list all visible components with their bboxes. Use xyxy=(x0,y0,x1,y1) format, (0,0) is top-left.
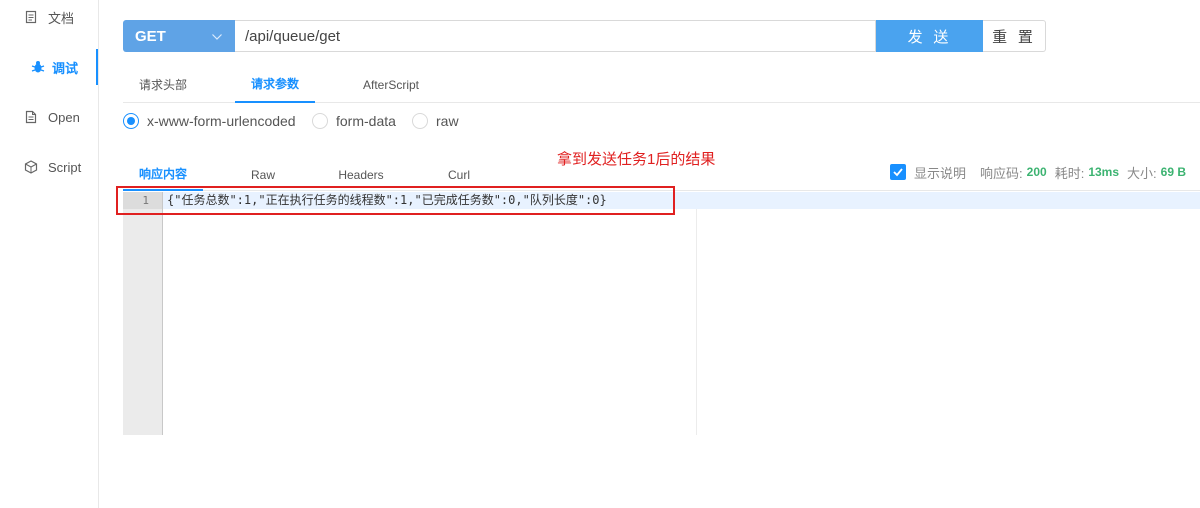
request-tabs: 请求头部 请求参数 AfterScript xyxy=(123,66,1200,103)
status-label: 响应码: xyxy=(980,165,1023,181)
radio-dot xyxy=(123,113,139,129)
tab-afterscript[interactable]: AfterScript xyxy=(351,66,431,103)
sidebar-item-label: 调试 xyxy=(52,60,79,76)
radio-dot xyxy=(412,113,428,129)
time-value: 13ms xyxy=(1088,165,1120,179)
sidebar-item-label: Script xyxy=(48,159,82,175)
method-label: GET xyxy=(135,27,166,45)
radio-dot xyxy=(312,113,328,129)
show-description-checkbox[interactable] xyxy=(890,164,907,180)
response-editor[interactable]: 1 {"任务总数":1,"正在执行任务的线程数":1,"已完成任务数":0,"队… xyxy=(123,192,1200,435)
response-code-line: {"任务总数":1,"正在执行任务的线程数":1,"已完成任务数":0,"队列长… xyxy=(167,193,607,207)
tab-raw[interactable]: Raw xyxy=(223,158,303,191)
editor-gutter: 1 xyxy=(123,192,163,435)
line-number: 1 xyxy=(123,192,162,209)
method-select[interactable]: GET xyxy=(123,20,235,52)
app-root: 文档 调试 Open Script GET /api/queue/get 发 送… xyxy=(0,0,1200,508)
send-button[interactable]: 发 送 xyxy=(876,20,983,52)
sidebar-item-debug[interactable]: 调试 xyxy=(0,49,98,85)
size-label: 大小: xyxy=(1127,165,1157,181)
response-meta: 显示说明 响应码: 200 耗时: 13ms 大小: 69 B xyxy=(890,158,1186,186)
reset-button[interactable]: 重 置 xyxy=(983,20,1046,52)
bug-icon xyxy=(31,60,45,74)
sidebar-item-script[interactable]: Script xyxy=(0,149,98,185)
radio-label: raw xyxy=(436,113,459,129)
tab-request-params[interactable]: 请求参数 xyxy=(235,66,315,103)
radio-label: x-www-form-urlencoded xyxy=(147,113,296,129)
sidebar-item-label: Open xyxy=(48,109,80,125)
sidebar-item-label: 文档 xyxy=(48,10,75,26)
tab-curl[interactable]: Curl xyxy=(419,158,499,191)
size-value: 69 B xyxy=(1160,165,1186,179)
file-icon xyxy=(24,110,38,124)
tab-headers[interactable]: Headers xyxy=(321,158,401,191)
cube-icon xyxy=(24,160,38,174)
radio-label: form-data xyxy=(336,113,396,129)
url-bar: GET 发 送 重 置 xyxy=(123,20,1046,52)
status-value: 200 xyxy=(1026,165,1047,179)
sidebar: 文档 调试 Open Script xyxy=(0,0,99,508)
document-icon xyxy=(24,10,38,24)
show-description-label: 显示说明 xyxy=(914,165,967,181)
print-margin xyxy=(696,209,697,435)
tab-response-content[interactable]: 响应内容 xyxy=(123,158,203,191)
sidebar-item-docs[interactable]: 文档 xyxy=(0,0,98,35)
chevron-down-icon xyxy=(211,30,223,42)
check-icon xyxy=(893,168,903,177)
url-input[interactable] xyxy=(235,20,876,52)
radio-raw[interactable]: raw xyxy=(412,113,459,129)
time-label: 耗时: xyxy=(1054,165,1085,181)
annotation-text: 拿到发送任务1后的结果 xyxy=(557,151,716,168)
radio-form-data[interactable]: form-data xyxy=(312,113,396,129)
sidebar-item-open[interactable]: Open xyxy=(0,99,98,135)
radio-urlencoded[interactable]: x-www-form-urlencoded xyxy=(123,113,296,129)
tab-request-headers[interactable]: 请求头部 xyxy=(123,66,203,103)
